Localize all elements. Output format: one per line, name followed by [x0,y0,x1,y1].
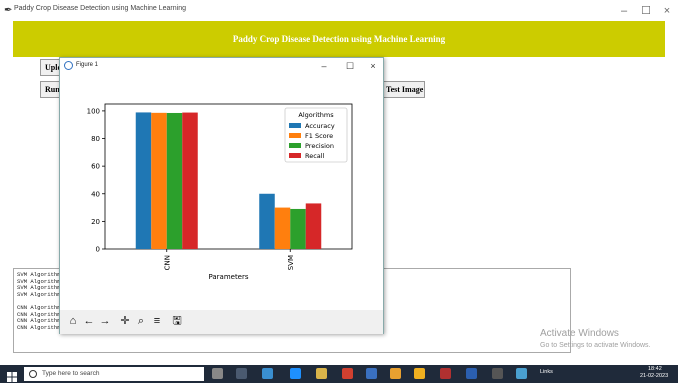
figure-toolbar: ⌂ ← → ✛ ⌕ ≡ 🖫 [60,310,383,334]
clock-date[interactable]: 21-02-2023 [640,373,668,379]
maximize-button[interactable]: ☐ [636,3,656,19]
configure-icon[interactable]: ≡ [150,314,164,328]
legend-swatch [289,153,301,158]
search-placeholder: Type here to search [42,370,100,377]
word-icon[interactable] [466,368,477,379]
legend-swatch [289,133,301,138]
bar-svm-precision [290,208,306,249]
app-icon-maroon[interactable] [440,368,451,379]
legend-label: Precision [305,142,334,150]
figure-close-button[interactable]: × [365,60,381,72]
bar-cnn-precision [166,112,183,249]
bar-svm-recall [305,203,322,249]
edge-icon[interactable] [290,368,301,379]
app-icon-blue[interactable] [366,368,377,379]
bar-chart: 0 20 40 60 80 100 CNN SVM Parameters Algorithms Ac… [87,103,353,281]
app-icon-red[interactable] [342,368,353,379]
windows-start-icon[interactable] [7,369,17,382]
folder-icon[interactable] [414,368,425,379]
minimize-button[interactable]: – [614,3,634,19]
taskbar-search-box[interactable]: Type here to search [24,367,204,381]
python-icon[interactable] [516,368,527,379]
figure-title: Figure 1 [76,62,99,68]
x-tick-label: SVM [287,255,295,270]
taskbar: Type here to search Links 18:42 21-02-20… [0,365,678,383]
app-banner: Paddy Crop Disease Detection using Machi… [13,21,665,57]
bar-cnn-f1-score [151,112,167,249]
bar-svm-accuracy [259,193,275,249]
figure-minimize-button[interactable]: – [316,60,332,72]
window-title: Paddy Crop Disease Detection using Machi… [14,5,186,12]
main-titlebar: ✒ Paddy Crop Disease Detection using Mac… [0,0,678,22]
save-icon[interactable]: 🖫 [170,314,184,328]
back-icon[interactable]: ← [82,314,96,328]
chrome-icon[interactable] [390,368,401,379]
legend-swatch [289,143,301,148]
terminal-icon[interactable] [492,368,503,379]
app-root: ✒ Paddy Crop Disease Detection using Mac… [0,0,678,383]
figure-canvas: 0 20 40 60 80 100 CNN SVM Parameters Algorithms Ac… [60,75,383,310]
y-tick-label: 40 [91,190,100,198]
figure-titlebar: Figure 1 – ☐ × [60,58,383,75]
test-image-button[interactable]: Test Image [381,81,425,98]
output-line: SVM Algorithm [17,290,61,298]
y-tick-label: 20 [91,218,100,226]
pinned-app-icon[interactable] [262,368,273,379]
figure-maximize-button[interactable]: ☐ [342,60,358,72]
task-view-icon[interactable] [236,368,247,379]
bar-cnn-accuracy [135,112,152,249]
y-tick-label: 60 [91,163,100,171]
y-tick-label: 80 [91,135,100,143]
bar-svm-f1-score [274,207,291,249]
store-icon[interactable] [316,368,327,379]
legend-label: F1 Score [305,132,333,140]
legend-label: Accuracy [305,122,335,130]
y-tick-label: 0 [96,246,100,254]
zoom-icon[interactable]: ⌕ [134,314,148,328]
feather-icon: ✒ [4,5,13,16]
figure-app-icon [64,61,73,70]
figure-window: Figure 1 – ☐ × 0 20 40 60 80 100 CNN SVM Paramet… [59,57,384,334]
links-label[interactable]: Links [540,369,553,375]
forward-icon[interactable]: → [98,314,112,328]
legend-title: Algorithms [298,111,334,119]
x-axis-label: Parameters [208,273,248,281]
bar-cnn-recall [182,112,198,249]
mic-icon[interactable] [212,368,223,379]
home-icon[interactable]: ⌂ [66,314,80,328]
close-button[interactable]: × [657,3,677,19]
legend-label: Recall [305,152,325,160]
clock-time[interactable]: 18:42 [648,366,662,372]
legend-swatch [289,123,301,128]
y-tick-label: 100 [87,107,100,115]
x-tick-label: CNN [163,255,171,270]
pan-icon[interactable]: ✛ [118,314,132,328]
search-icon [29,370,37,378]
activate-windows-title: Activate Windows [540,328,619,339]
activate-windows-subtitle: Go to Settings to activate Windows. [540,342,651,349]
